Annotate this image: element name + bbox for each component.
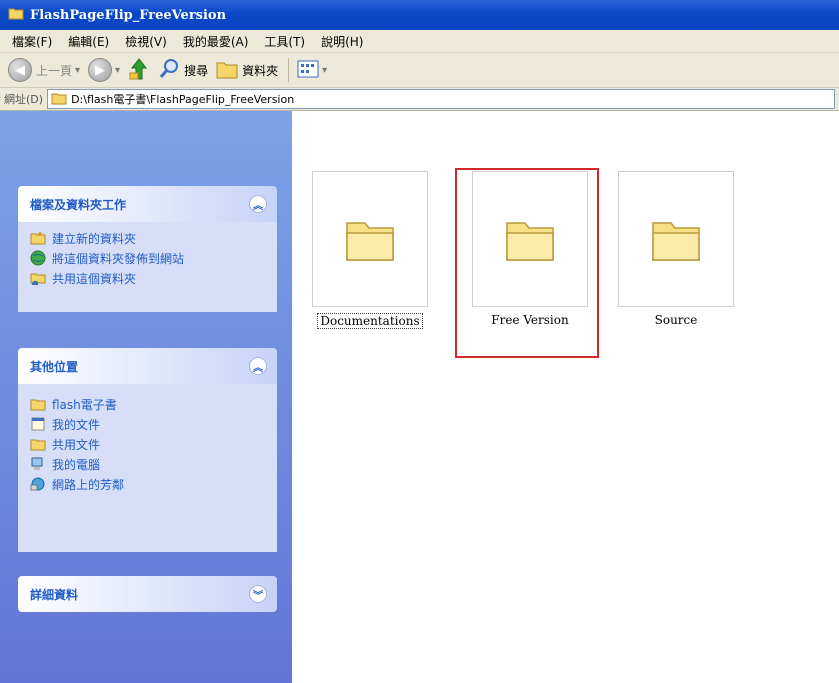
place-shared-documents[interactable]: 共用文件 [30,434,267,454]
folder-icon [8,6,24,24]
search-icon [158,58,180,83]
menu-file[interactable]: 檔案(F) [12,33,52,50]
task-new-folder[interactable]: 建立新的資料夾 [30,228,267,248]
shared-documents-icon [30,437,46,451]
chevron-down-icon: ▾ [115,64,121,76]
file-folder-tasks-panel: 檔案及資料夾工作 ︽ 建立新的資料夾 將這個資料夾發佈到網站 共用這個資料夾 [18,186,277,312]
chevron-down-icon: ▾ [322,64,328,76]
place-label: 我的文件 [52,417,101,432]
folder-icon [30,397,46,411]
folder-item[interactable]: Source [618,171,734,327]
panel-header[interactable]: 其他位置 ︽ [18,348,277,384]
address-path: D:\flash電子書\FlashPageFlip_FreeVersion [71,93,295,106]
back-arrow-icon: ◀ [8,58,32,82]
expand-icon[interactable]: ︾ [249,585,267,603]
new-folder-icon [30,231,46,245]
folder-thumbnail[interactable] [618,171,734,307]
toolbar: ◀ 上一頁 ▾ ▶ ▾ 搜尋 資料夾 ▾ [0,53,839,88]
highlight-box [455,168,599,358]
folder-icon [649,213,703,266]
panel-header[interactable]: 檔案及資料夾工作 ︽ [18,186,277,222]
menu-tools[interactable]: 工具(T) [264,33,305,50]
up-folder-icon [128,57,150,84]
task-label: 將這個資料夾發佈到網站 [52,251,185,266]
up-button[interactable] [128,57,150,84]
search-button[interactable]: 搜尋 [158,58,208,83]
task-pane: 檔案及資料夾工作 ︽ 建立新的資料夾 將這個資料夾發佈到網站 共用這個資料夾 其… [0,111,292,683]
task-label: 建立新的資料夾 [52,231,137,246]
back-label: 上一頁 [36,63,73,78]
window-title: FlashPageFlip_FreeVersion [30,7,227,23]
my-computer-icon [30,456,46,472]
folders-button[interactable]: 資料夾 [216,59,278,82]
menu-favorites[interactable]: 我的最愛(A) [183,33,249,50]
folders-label: 資料夾 [242,63,279,78]
folder-icon [51,91,67,108]
details-panel: 詳細資料 ︾ [18,576,277,612]
menu-edit[interactable]: 編輯(E) [68,33,109,50]
folder-thumbnail[interactable] [312,171,428,307]
collapse-icon[interactable]: ︽ [249,357,267,375]
title-bar[interactable]: FlashPageFlip_FreeVersion [0,0,839,30]
place-label: 共用文件 [52,437,101,452]
place-my-computer[interactable]: 我的電腦 [30,454,267,474]
place-my-documents[interactable]: 我的文件 [30,414,267,434]
folder-name[interactable]: Source [618,313,734,327]
menu-view[interactable]: 檢視(V) [125,33,167,50]
panel-header[interactable]: 詳細資料 ︾ [18,576,277,612]
back-button[interactable]: ◀ 上一頁 ▾ [8,58,80,82]
folder-name[interactable]: Documentations [317,313,423,329]
menu-bar: 檔案(F) 編輯(E) 檢視(V) 我的最愛(A) 工具(T) 說明(H) [0,30,839,53]
collapse-icon[interactable]: ︽ [249,195,267,213]
folder-item[interactable]: Documentations [312,171,428,329]
forward-arrow-icon: ▶ [88,58,113,82]
place-label: 網路上的芳鄰 [52,477,125,492]
task-share-folder[interactable]: 共用這個資料夾 [30,268,267,288]
place-flash-ebook[interactable]: flash電子書 [30,394,267,414]
place-network-places[interactable]: 網路上的芳鄰 [30,474,267,494]
address-label: 網址(D) [4,93,44,106]
views-button[interactable]: ▾ [297,59,327,82]
folder-icon [216,59,238,82]
chevron-down-icon: ▾ [75,64,81,76]
menu-help[interactable]: 說明(H) [321,33,363,50]
panel-title: 檔案及資料夾工作 [30,197,127,212]
folder-icon [343,213,397,266]
search-label: 搜尋 [184,63,209,78]
task-label: 共用這個資料夾 [52,271,137,286]
address-input[interactable]: D:\flash電子書\FlashPageFlip_FreeVersion [47,89,835,109]
task-publish-web[interactable]: 將這個資料夾發佈到網站 [30,248,267,268]
my-documents-icon [30,416,46,432]
address-bar: 網址(D) D:\flash電子書\FlashPageFlip_FreeVers… [0,88,839,111]
toolbar-separator [288,58,290,82]
panel-body: flash電子書 我的文件 共用文件 我的電腦 網路上的芳鄰 [18,384,277,552]
panel-body: 建立新的資料夾 將這個資料夾發佈到網站 共用這個資料夾 [18,222,277,312]
place-label: 我的電腦 [52,457,101,472]
other-places-panel: 其他位置 ︽ flash電子書 我的文件 共用文件 我的電腦 網路上的芳鄰 [18,348,277,552]
forward-button[interactable]: ▶ ▾ [88,58,120,82]
network-places-icon [30,476,46,492]
publish-web-icon [30,250,46,266]
place-label: flash電子書 [52,397,117,412]
panel-title: 詳細資料 [30,587,79,602]
share-folder-icon [30,270,46,286]
panel-title: 其他位置 [30,359,79,374]
views-icon [297,59,319,82]
